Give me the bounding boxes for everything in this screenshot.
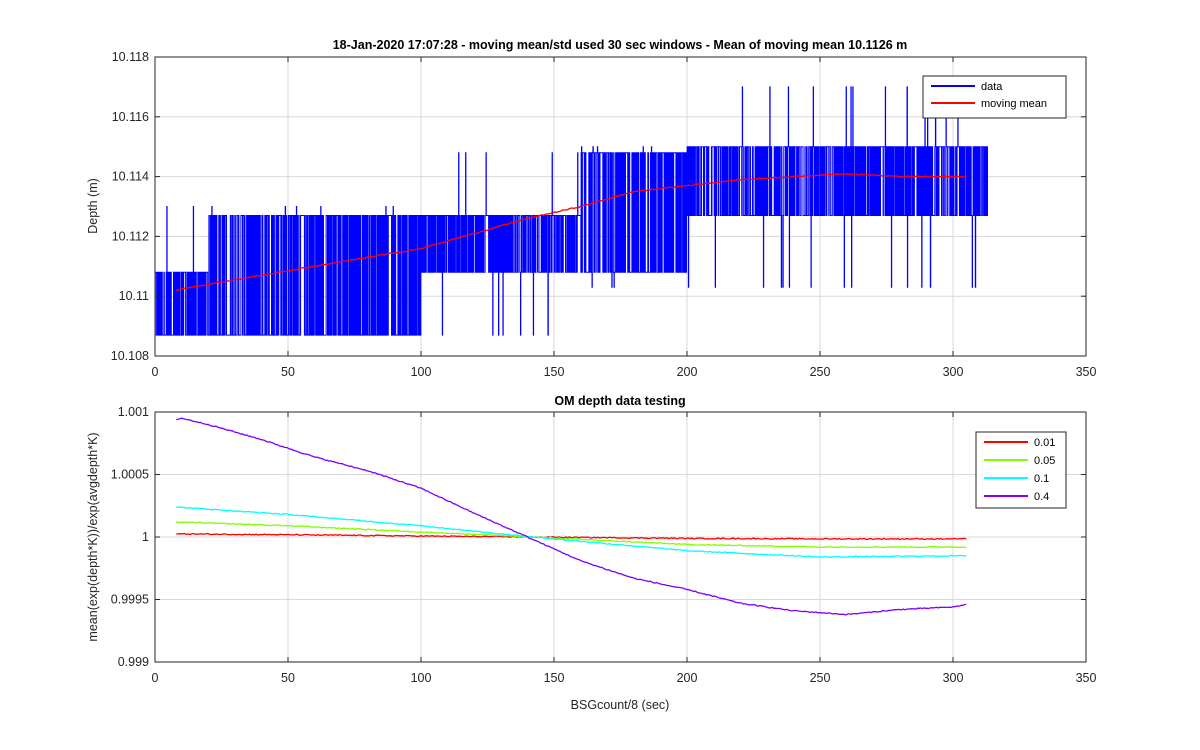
x-tick-label: 150 bbox=[544, 671, 565, 685]
x-tick-label: 300 bbox=[943, 365, 964, 379]
y-tick-label: 1.001 bbox=[118, 405, 149, 419]
x-tick-label: 50 bbox=[281, 671, 295, 685]
x-tick-label: 350 bbox=[1076, 671, 1097, 685]
figure-canvas: 0 50 100 150 200 250 300 35010.10810.1110.11210… bbox=[0, 0, 1200, 750]
y-tick-label: 10.116 bbox=[112, 110, 149, 124]
bottom-legend: 0.01 0.05 0.1 0.4 bbox=[975, 431, 1067, 509]
legend-label: 0.4 bbox=[1034, 491, 1049, 503]
legend-label: data bbox=[981, 81, 1003, 93]
x-tick-label: 350 bbox=[1076, 365, 1097, 379]
y-tick-label: 1 bbox=[142, 530, 149, 544]
legend-label: moving mean bbox=[981, 98, 1047, 110]
y-tick-label: 10.11 bbox=[119, 289, 149, 303]
legend-label: 0.01 bbox=[1034, 437, 1055, 449]
bottom-chart-title: OM depth data testing bbox=[554, 394, 685, 408]
x-tick-label: 250 bbox=[810, 365, 831, 379]
y-tick-label: 10.118 bbox=[112, 50, 149, 64]
x-tick-label: 150 bbox=[544, 365, 565, 379]
y-tick-label: 10.108 bbox=[111, 349, 149, 363]
y-tick-label: 0.999 bbox=[118, 655, 149, 669]
y-tick-label: 10.112 bbox=[112, 229, 149, 243]
top-chart: 0 50 100 150 200 250 300 350 10.108 10.11 10.112 10… bbox=[86, 38, 1096, 379]
x-tick-label: 200 bbox=[677, 365, 698, 379]
x-tick-label: 0 bbox=[152, 671, 159, 685]
top-chart-title: 18-Jan-2020 17:07:28 - moving mean/std u… bbox=[333, 38, 908, 52]
y-tick-label: 1.0005 bbox=[111, 468, 149, 482]
legend-label: 0.1 bbox=[1034, 473, 1049, 485]
x-tick-label: 0 bbox=[152, 365, 159, 379]
bottom-y-axis-label: mean(exp(depth*K))/exp(avgdepth*K) bbox=[86, 432, 100, 641]
x-tick-label: 300 bbox=[943, 671, 964, 685]
top-legend: data moving mean bbox=[922, 75, 1067, 119]
x-tick-label: 200 bbox=[677, 671, 698, 685]
x-tick-label: 100 bbox=[411, 365, 432, 379]
x-tick-label: 100 bbox=[411, 671, 432, 685]
bottom-x-axis-label: BSGcount/8 (sec) bbox=[571, 698, 670, 712]
legend-label: 0.05 bbox=[1034, 455, 1055, 467]
top-y-axis-label: Depth (m) bbox=[86, 178, 100, 234]
y-tick-label: 0.9995 bbox=[111, 593, 149, 607]
y-tick-label: 10.114 bbox=[112, 170, 149, 184]
x-tick-label: 250 bbox=[810, 671, 831, 685]
x-tick-label: 50 bbox=[281, 365, 295, 379]
